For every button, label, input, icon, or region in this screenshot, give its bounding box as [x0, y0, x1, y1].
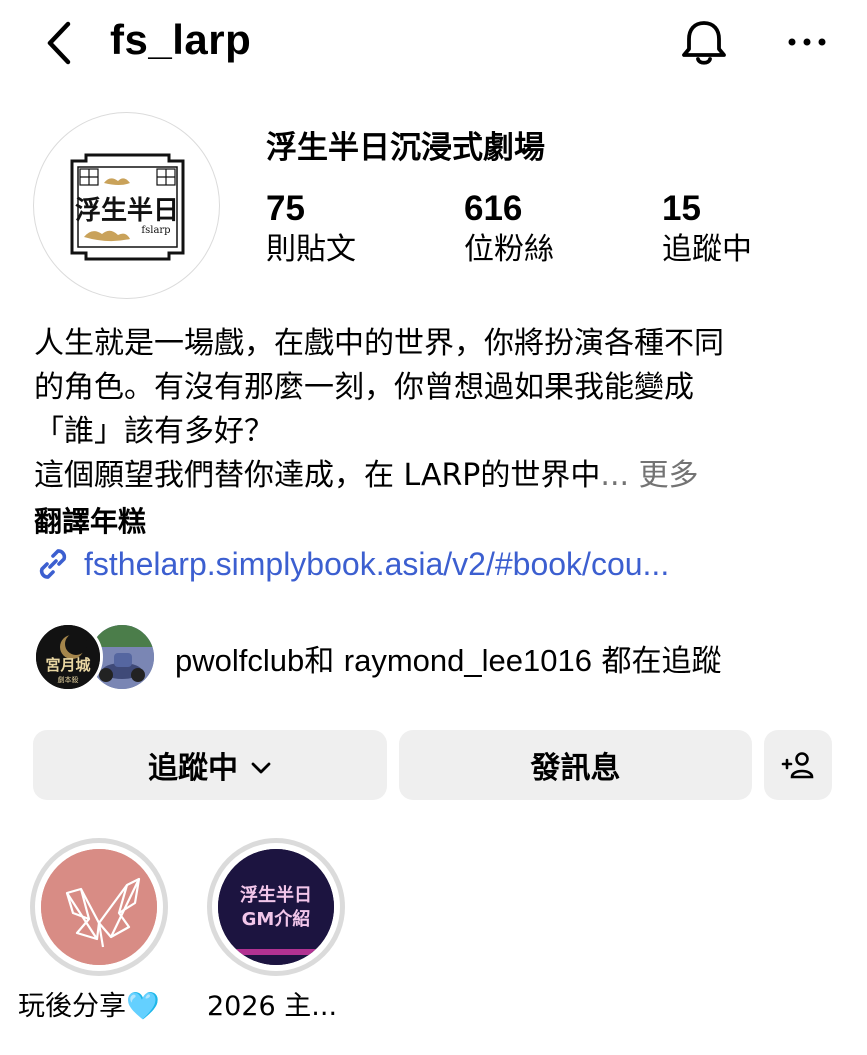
avatar-graphic: 宮月城 劇本殺 [36, 625, 100, 689]
mutual-followers[interactable]: 宮月城 劇本殺 pwolfclub和 raymond_lee1016 都在追蹤 [33, 622, 833, 692]
profile-avatar[interactable]: 浮生半日 fslarp [33, 112, 220, 299]
posts-label: 則貼文 [266, 232, 356, 267]
posts-count: 75 [266, 189, 305, 228]
followers-label: 位粉絲 [464, 232, 554, 267]
mutual-follower-avatar: 宮月城 劇本殺 [33, 622, 103, 692]
highlight-label: 玩後分享🩵 [18, 984, 160, 1023]
following-label: 追蹤中 [662, 232, 752, 267]
notifications-button[interactable] [678, 18, 730, 68]
story-highlight[interactable]: 浮生半日 GM介紹 [207, 838, 345, 976]
highlight-cover [41, 849, 157, 965]
following-button[interactable]: 追蹤中 [33, 730, 387, 800]
highlight-cover-graphic: 浮生半日 GM介紹 [218, 849, 334, 965]
bio-more-link[interactable]: 更多 [639, 458, 699, 493]
avatar-subtext: 劇本殺 [58, 675, 79, 684]
brand-logo-icon: 浮生半日 fslarp [70, 153, 185, 261]
logo-text: 浮生半日 [75, 196, 179, 226]
avatar-text: 宮月城 [45, 656, 90, 674]
chevron-down-icon [250, 748, 272, 783]
highlight-ring: 浮生半日 GM介紹 [207, 838, 345, 976]
followers-count: 616 [464, 189, 523, 228]
link-text: fsthelarp.simplybook.asia/v2/#book/cou..… [84, 545, 670, 582]
chevron-left-icon [47, 21, 71, 65]
highlight-label: 2026 主... [207, 991, 338, 1022]
followers-stat[interactable]: 616 位粉絲 [464, 190, 554, 270]
message-button[interactable]: 發訊息 [399, 730, 752, 800]
translate-bio-link[interactable]: 翻譯年糕 [34, 500, 146, 540]
following-stat[interactable]: 15 追蹤中 [662, 190, 752, 270]
butterfly-icon [41, 849, 157, 965]
mutual-suffix: 都在追蹤 [601, 644, 722, 679]
mutual-followers-text: pwolfclub和 raymond_lee1016 都在追蹤 [175, 636, 722, 680]
highlight-cover: 浮生半日 GM介紹 [218, 849, 334, 965]
mutual-follower-account: raymond_lee1016 [343, 643, 592, 678]
bell-icon [682, 21, 726, 65]
add-user-icon [781, 752, 814, 779]
highlight-label-text: 玩後分享 [18, 991, 126, 1022]
more-options-button[interactable] [784, 30, 830, 54]
more-horizontal-icon [788, 38, 826, 46]
highlight-ring [30, 838, 168, 976]
bio-line-last: 這個願望我們替你達成，在 LARP的世界中... 更多 [34, 454, 834, 498]
mutual-joiner: 和 [304, 644, 335, 679]
highlight-cover-title: 浮生半日 [240, 884, 312, 906]
story-highlight[interactable] [30, 838, 168, 976]
bio-line: 的角色。有沒有那麼一刻，你曾想過如果我能變成 [34, 370, 694, 405]
mutual-follower-account: pwolfclub [175, 643, 305, 678]
bio-line: 人生就是一場戲，在戲中的世界，你將扮演各種不同 [34, 326, 724, 361]
message-button-label: 發訊息 [530, 751, 621, 786]
logo-subtext: fslarp [141, 225, 170, 236]
profile-website-link[interactable]: fsthelarp.simplybook.asia/v2/#book/cou..… [34, 542, 669, 586]
light-blue-heart-icon: 🩵 [126, 991, 160, 1022]
bio-line: 「誰」該有多好？ [34, 414, 274, 449]
add-user-button[interactable] [764, 730, 832, 800]
highlight-cover-subtitle: GM介紹 [242, 908, 311, 930]
posts-stat[interactable]: 75 則貼文 [266, 190, 356, 270]
following-count: 15 [662, 189, 701, 228]
profile-bio: 人生就是一場戲，在戲中的世界，你將扮演各種不同 的角色。有沒有那麼一刻，你曾想過… [34, 322, 834, 498]
back-button[interactable] [38, 18, 82, 68]
profile-display-name: 浮生半日沉浸式劇場 [266, 130, 545, 166]
bio-line-text: 這個願望我們替你達成，在 LARP的世界中 [34, 458, 601, 493]
profile-username: fs_larp [110, 16, 252, 63]
following-button-label: 追蹤中 [148, 751, 238, 786]
bio-ellipsis: ... [600, 458, 639, 493]
link-icon [39, 549, 67, 579]
top-navigation-bar: fs_larp [0, 0, 867, 90]
